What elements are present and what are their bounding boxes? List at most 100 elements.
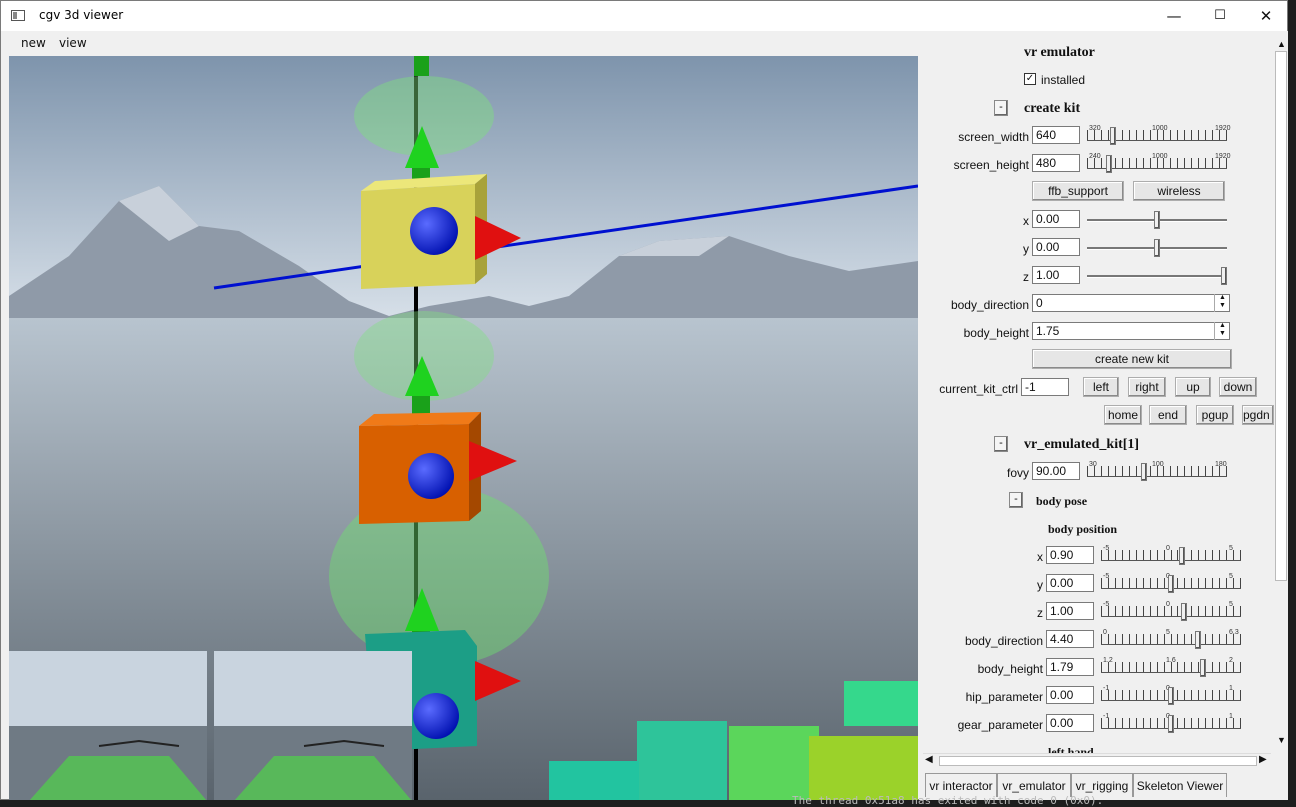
slider-thumb[interactable] xyxy=(1200,659,1206,677)
slider-thumb[interactable] xyxy=(1181,603,1187,621)
hip-parameter-input[interactable]: 0.00 xyxy=(1046,686,1094,704)
scroll-left-icon[interactable]: ◀ xyxy=(925,754,933,765)
minimize-button[interactable]: — xyxy=(1151,1,1197,31)
slider-tick xyxy=(1122,718,1123,728)
slider-tick xyxy=(1219,718,1220,728)
body-direction-label: body_direction xyxy=(950,298,1029,312)
create-new-kit-button[interactable]: create new kit xyxy=(1032,349,1232,369)
gear-parameter-input[interactable]: 0.00 xyxy=(1046,714,1094,732)
slider-tick-label: -5 xyxy=(1103,545,1110,552)
slider-tick xyxy=(1177,606,1178,616)
left-button[interactable]: left xyxy=(1083,377,1119,397)
hscroll-thumb[interactable] xyxy=(939,756,1257,766)
slider-tick xyxy=(1150,718,1151,728)
body-height-input[interactable]: 1.75 xyxy=(1032,322,1230,340)
x-slider[interactable] xyxy=(1087,211,1227,229)
body-x-input[interactable]: 0.90 xyxy=(1046,546,1094,564)
slider-thumb[interactable] xyxy=(1195,631,1201,649)
body-height-spinner[interactable]: ▲ ▼ xyxy=(1214,322,1230,340)
slider-tick-label: 320 xyxy=(1089,125,1101,132)
slider-tick xyxy=(1136,690,1137,700)
scroll-thumb[interactable] xyxy=(1275,51,1287,581)
pose-body-direction-label: body_direction xyxy=(964,634,1043,648)
up-button[interactable]: up xyxy=(1175,377,1211,397)
body-pose-toggle[interactable]: - xyxy=(1009,492,1023,508)
current-kit-ctrl-input[interactable]: -1 xyxy=(1021,378,1069,396)
wireless-button[interactable]: wireless xyxy=(1133,181,1225,201)
scroll-right-icon[interactable]: ▶ xyxy=(1259,754,1267,765)
pgup-button[interactable]: pgup xyxy=(1196,405,1234,425)
slider-thumb[interactable] xyxy=(1106,155,1112,173)
slider-tick-label: 2 xyxy=(1229,657,1233,664)
slider-tick xyxy=(1219,578,1220,588)
scroll-down-icon[interactable]: ▼ xyxy=(1277,735,1286,745)
maximize-button[interactable]: ☐ xyxy=(1197,1,1243,31)
slider-thumb[interactable] xyxy=(1154,239,1160,257)
pose-body-direction-slider[interactable]: 0 5 6.3 xyxy=(1101,629,1241,649)
y-input[interactable]: 0.00 xyxy=(1032,238,1080,256)
body-y-input[interactable]: 0.00 xyxy=(1046,574,1094,592)
body-direction-spinner[interactable]: ▲ ▼ xyxy=(1214,294,1230,312)
slider-tick xyxy=(1212,130,1213,140)
emulated-kit-toggle[interactable]: - xyxy=(994,436,1008,452)
fovy-slider[interactable]: 30 100 180 xyxy=(1087,461,1227,481)
body-z-slider[interactable]: -5 0 5 xyxy=(1101,601,1241,621)
slider-thumb[interactable] xyxy=(1154,211,1160,229)
menu-view[interactable]: view xyxy=(59,36,87,50)
screen-height-slider[interactable]: 240 1000 1920 xyxy=(1087,153,1231,173)
hip-parameter-slider[interactable]: -101 xyxy=(1101,685,1241,705)
down-button[interactable]: down xyxy=(1219,377,1257,397)
slider-tick xyxy=(1219,690,1220,700)
fovy-input[interactable]: 90.00 xyxy=(1032,462,1080,480)
scroll-up-icon[interactable]: ▲ xyxy=(1277,39,1286,49)
z-slider[interactable] xyxy=(1087,267,1227,285)
pose-body-height-input[interactable]: 1.79 xyxy=(1046,658,1094,676)
x-input[interactable]: 0.00 xyxy=(1032,210,1080,228)
slider-tick xyxy=(1122,634,1123,644)
tab-skeleton-viewer[interactable]: Skeleton Viewer xyxy=(1133,773,1227,797)
body-y-slider[interactable]: -505 xyxy=(1101,573,1241,593)
slider-tick-label: 5 xyxy=(1166,629,1170,636)
ffb-support-button[interactable]: ffb_support xyxy=(1032,181,1124,201)
slider-thumb[interactable] xyxy=(1221,267,1227,285)
panel-vertical-scrollbar[interactable]: ▲ ▼ xyxy=(1274,39,1288,747)
pose-body-direction-input[interactable]: 4.40 xyxy=(1046,630,1094,648)
right-button[interactable]: right xyxy=(1128,377,1166,397)
slider-thumb[interactable] xyxy=(1168,687,1174,705)
panel-horizontal-scrollbar[interactable]: ◀ ▶ xyxy=(923,753,1271,768)
body-x-slider[interactable]: -5 0 5 xyxy=(1101,545,1241,565)
pgdn-button[interactable]: pgdn xyxy=(1242,405,1274,425)
slider-tick-label: 1 xyxy=(1229,713,1233,720)
close-button[interactable]: ✕ xyxy=(1243,1,1289,31)
menu-new[interactable]: new xyxy=(21,36,46,50)
slider-tick xyxy=(1205,690,1206,700)
slider-tick xyxy=(1122,158,1123,168)
slider-thumb[interactable] xyxy=(1168,575,1174,593)
slider-thumb[interactable] xyxy=(1179,547,1185,565)
slider-tick xyxy=(1226,606,1227,616)
gear-parameter-slider[interactable]: -101 xyxy=(1101,713,1241,733)
installed-checkbox[interactable]: ✓ xyxy=(1024,73,1036,85)
slider-tick-label: 0 xyxy=(1166,545,1170,552)
slider-tick xyxy=(1122,130,1123,140)
screen-width-input[interactable]: 640 xyxy=(1032,126,1080,144)
home-button[interactable]: home xyxy=(1104,405,1142,425)
body-z-input[interactable]: 1.00 xyxy=(1046,602,1094,620)
pose-body-height-slider[interactable]: 1.2 1.6 2 xyxy=(1101,657,1241,677)
screen-height-input[interactable]: 480 xyxy=(1032,154,1080,172)
screen-width-slider[interactable]: 320 1000 1920 xyxy=(1087,125,1231,145)
3d-viewport[interactable] xyxy=(9,56,918,801)
slider-tick xyxy=(1191,606,1192,616)
slider-baseline xyxy=(1101,644,1241,645)
body-direction-input[interactable]: 0 xyxy=(1032,294,1230,312)
end-button[interactable]: end xyxy=(1149,405,1187,425)
slider-thumb[interactable] xyxy=(1168,715,1174,733)
slider-tick-label: 1.6 xyxy=(1166,657,1176,664)
slider-tick xyxy=(1184,130,1185,140)
y-slider[interactable] xyxy=(1087,239,1227,257)
slider-thumb[interactable] xyxy=(1141,463,1147,481)
slider-tick xyxy=(1198,130,1199,140)
slider-thumb[interactable] xyxy=(1110,127,1116,145)
z-input[interactable]: 1.00 xyxy=(1032,266,1080,284)
create-kit-toggle[interactable]: - xyxy=(994,100,1008,116)
